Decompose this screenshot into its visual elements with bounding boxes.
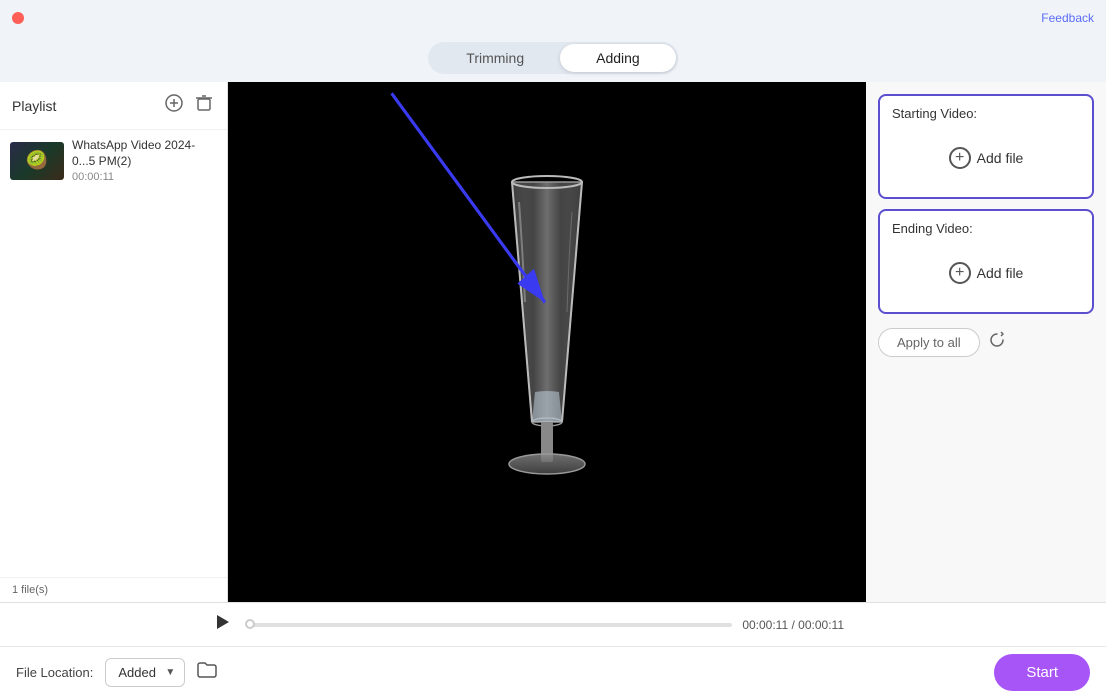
- video-frame: [457, 162, 637, 522]
- thumb-emoji: 🥝: [26, 150, 48, 171]
- playlist-info: WhatsApp Video 2024-0...5 PM(2) 00:00:11: [72, 138, 217, 183]
- sidebar-header: Playlist: [0, 82, 227, 130]
- file-location-label: File Location:: [16, 665, 93, 680]
- ending-video-slot: Ending Video: + Add file: [878, 209, 1094, 314]
- location-select[interactable]: Added: [105, 658, 185, 687]
- sidebar-actions: [163, 92, 215, 119]
- tab-bar: Trimming Adding: [0, 36, 1106, 82]
- player-bar: 00:00:11 / 00:00:11: [0, 602, 1106, 646]
- apply-to-all-button[interactable]: Apply to all: [878, 328, 980, 357]
- add-starting-file-button[interactable]: + Add file: [892, 129, 1080, 187]
- current-time: 00:00:11: [742, 618, 788, 632]
- player-bar-left: [12, 612, 240, 637]
- add-ending-file-button[interactable]: + Add file: [892, 244, 1080, 302]
- video-area: [228, 82, 866, 602]
- time-separator: /: [791, 618, 794, 632]
- progress-bar[interactable]: [250, 623, 732, 627]
- tab-trimming[interactable]: Trimming: [430, 44, 560, 72]
- main-layout: Playlist: [0, 82, 1106, 602]
- refresh-button[interactable]: [988, 331, 1006, 354]
- start-button[interactable]: Start: [994, 654, 1090, 691]
- playlist-item-duration: 00:00:11: [72, 171, 217, 183]
- time-display: 00:00:11 / 00:00:11: [742, 618, 844, 632]
- starting-video-label: Starting Video:: [892, 106, 1080, 121]
- list-item[interactable]: 🥝 WhatsApp Video 2024-0...5 PM(2) 00:00:…: [0, 130, 227, 191]
- add-playlist-item-button[interactable]: [163, 92, 185, 119]
- file-count: 1 file(s): [0, 577, 227, 602]
- sidebar: Playlist: [0, 82, 228, 602]
- video-content: [228, 82, 866, 602]
- add-ending-label: Add file: [977, 265, 1024, 281]
- ending-video-label: Ending Video:: [892, 221, 1080, 236]
- thumb-inner: 🥝: [10, 142, 64, 180]
- starting-video-slot: Starting Video: + Add file: [878, 94, 1094, 199]
- add-starting-icon: +: [949, 147, 971, 169]
- feedback-link[interactable]: Feedback: [1041, 11, 1094, 25]
- thumbnail: 🥝: [10, 142, 64, 180]
- playlist-item-name: WhatsApp Video 2024-0...5 PM(2): [72, 138, 217, 169]
- progress-dot[interactable]: [245, 619, 255, 629]
- add-ending-icon: +: [949, 262, 971, 284]
- total-time: 00:00:11: [798, 618, 844, 632]
- right-panel: Starting Video: + Add file Ending Video:…: [866, 82, 1106, 602]
- location-select-wrap[interactable]: Added ▼: [105, 658, 185, 687]
- bottom-bar: File Location: Added ▼ Start: [0, 646, 1106, 698]
- add-starting-label: Add file: [977, 150, 1024, 166]
- playlist-title: Playlist: [12, 98, 56, 114]
- remove-playlist-item-button[interactable]: [193, 92, 215, 119]
- open-folder-button[interactable]: [197, 661, 217, 684]
- tab-container: Trimming Adding: [428, 42, 677, 74]
- apply-row: Apply to all: [878, 328, 1094, 357]
- tab-adding[interactable]: Adding: [560, 44, 676, 72]
- play-button[interactable]: [212, 612, 232, 637]
- traffic-light-red[interactable]: [12, 12, 24, 24]
- top-bar: Feedback: [0, 0, 1106, 36]
